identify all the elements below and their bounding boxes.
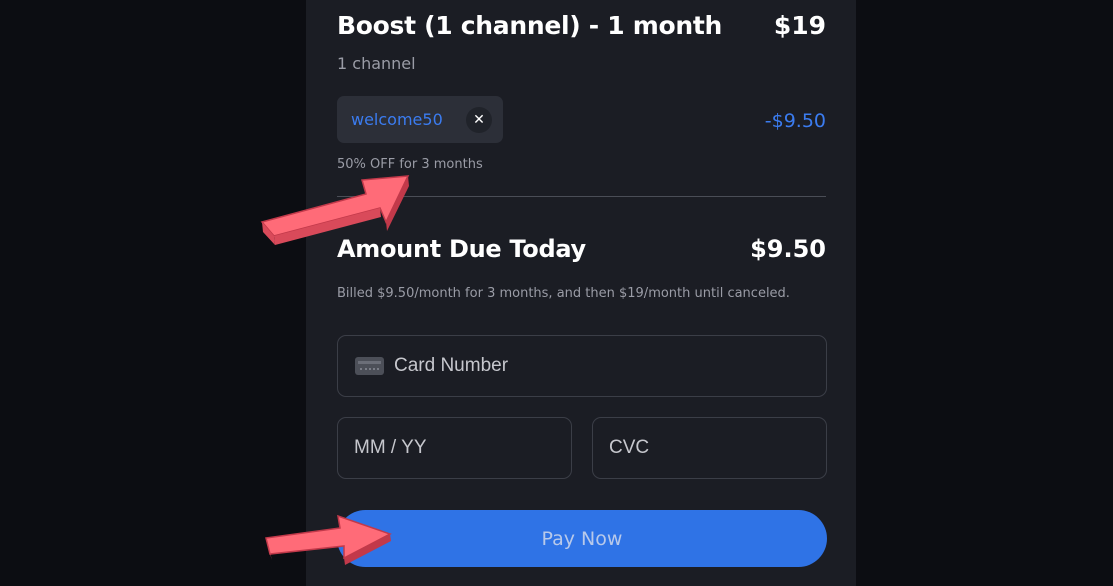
pay-now-button[interactable]: Pay Now [337,510,827,567]
coupon-note: 50% OFF for 3 months [337,157,483,172]
plan-subtitle: 1 channel [337,54,416,73]
close-icon[interactable]: ✕ [466,107,492,133]
expiry-input[interactable] [337,417,572,479]
discount-amount: -$9.50 [764,110,826,132]
credit-card-icon [355,357,384,375]
coupon-code: welcome50 [351,110,443,129]
amount-due-value: $9.50 [750,235,826,263]
billing-note: Billed $9.50/month for 3 months, and the… [337,286,790,301]
divider [337,196,826,197]
cvc-input[interactable] [592,417,827,479]
card-number-input[interactable] [337,335,827,397]
coupon-chip: welcome50 ✕ [337,96,503,143]
plan-price: $19 [773,11,826,40]
amount-due-label: Amount Due Today [337,235,586,263]
plan-title: Boost (1 channel) - 1 month [337,11,723,40]
